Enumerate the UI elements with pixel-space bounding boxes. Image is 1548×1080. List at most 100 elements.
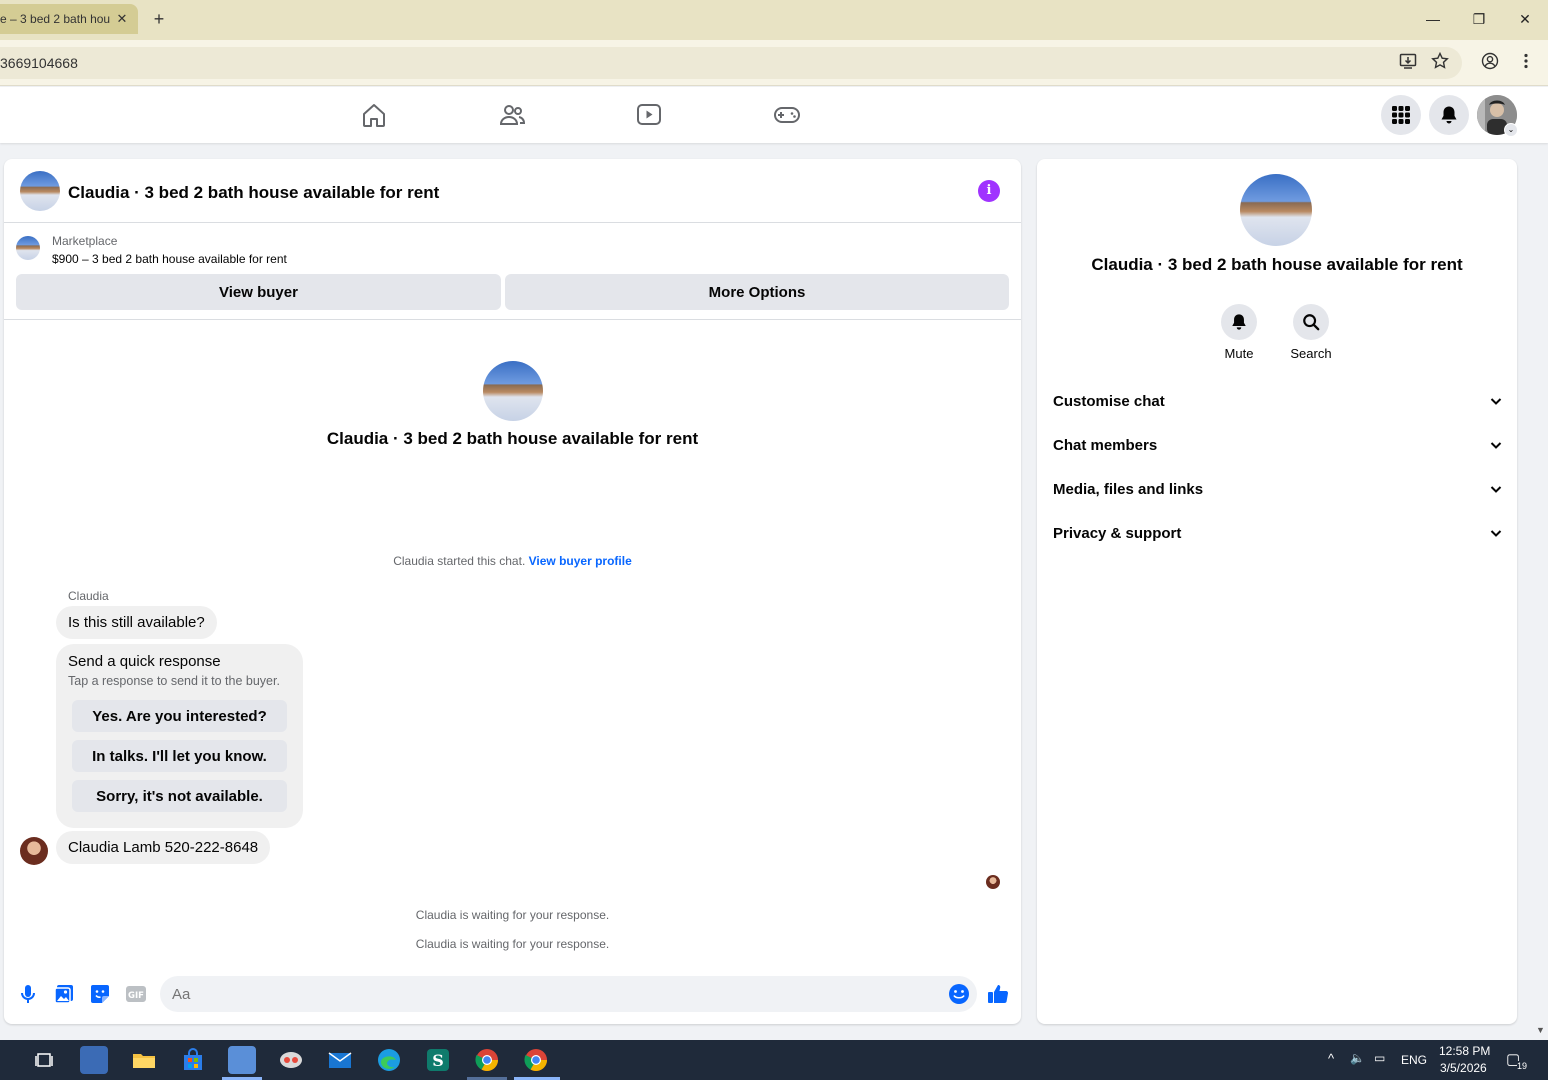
browser-tabstrip: e – 3 bed 2 bath hou ✕ + — ❐ ✕ — [0, 0, 1548, 40]
friends-icon[interactable] — [498, 101, 526, 129]
sway-icon[interactable]: S — [424, 1046, 452, 1074]
chrome-icon[interactable] — [473, 1046, 501, 1074]
minimize-button[interactable]: — — [1422, 8, 1444, 30]
bookmark-star-icon[interactable] — [1429, 51, 1451, 74]
search-icon — [1303, 314, 1320, 331]
notification-count: 19 — [1517, 1061, 1528, 1071]
notifications-button[interactable] — [1429, 95, 1469, 135]
quick-response-not-available-button[interactable]: Sorry, it's not available. — [72, 780, 287, 812]
mute-label: Mute — [1224, 346, 1254, 361]
thumbs-up-icon[interactable] — [986, 982, 1010, 1006]
file-explorer-icon[interactable] — [130, 1046, 158, 1074]
chevron-down-icon — [1490, 530, 1502, 537]
windows-taskbar: S ^ 🔈 ▭ ENG 12:58 PM 3/5/2026 ▢ 19 — [0, 1040, 1548, 1080]
section-label: Customise chat — [1053, 392, 1165, 410]
listing-thumbnail[interactable] — [16, 236, 40, 260]
tray-chevron-icon[interactable]: ^ — [1328, 1051, 1334, 1066]
mute-action[interactable]: Mute — [1203, 304, 1275, 361]
chat-panel: Claudia · 3 bed 2 bath house available f… — [4, 159, 1021, 1024]
more-options-button[interactable]: More Options — [505, 274, 1009, 310]
quick-response-in-talks-button[interactable]: In talks. I'll let you know. — [72, 740, 287, 772]
url-text: 3669104668 — [0, 55, 78, 71]
snipping-tool-icon[interactable] — [277, 1046, 305, 1074]
menu-grid-button[interactable] — [1381, 95, 1421, 135]
app-icon[interactable] — [228, 1046, 256, 1074]
photo-attach-icon[interactable] — [52, 982, 76, 1006]
privacy-support-section[interactable]: Privacy & support — [1053, 513, 1503, 553]
chat-header: Claudia · 3 bed 2 bath house available f… — [4, 159, 1021, 223]
chat-title[interactable]: Claudia · 3 bed 2 bath house available f… — [68, 183, 439, 203]
clock-time[interactable]: 12:58 PM — [1439, 1044, 1490, 1058]
browser-menu-icon[interactable] — [1515, 52, 1537, 74]
tab-close-icon[interactable]: ✕ — [112, 11, 132, 27]
install-app-icon[interactable] — [1397, 52, 1419, 74]
sender-name: Claudia — [68, 589, 109, 603]
clock-date[interactable]: 3/5/2026 — [1440, 1061, 1487, 1075]
tab-title: e – 3 bed 2 bath hou — [0, 12, 111, 26]
chevron-down-icon — [1490, 486, 1502, 493]
quick-response-subtitle: Tap a response to send it to the buyer. — [68, 674, 280, 688]
home-icon[interactable] — [360, 101, 388, 129]
gaming-icon[interactable] — [773, 101, 801, 129]
sticker-icon[interactable] — [88, 982, 112, 1006]
bell-icon — [1441, 106, 1457, 124]
video-icon[interactable] — [635, 101, 663, 129]
control-panel-icon[interactable] — [80, 1046, 108, 1074]
chat-details-panel: Claudia · 3 bed 2 bath house available f… — [1037, 159, 1517, 1024]
gif-icon[interactable]: GIF — [124, 982, 148, 1006]
seen-indicator-avatar — [986, 875, 1000, 889]
section-label: Chat members — [1053, 436, 1158, 454]
restore-button[interactable]: ❐ — [1468, 8, 1490, 30]
sender-avatar[interactable] — [20, 837, 48, 865]
grid-icon — [1392, 106, 1410, 124]
emoji-icon[interactable] — [948, 983, 970, 1005]
chrome-profile-icon[interactable] — [522, 1046, 550, 1074]
listing-title[interactable]: $900 – 3 bed 2 bath house available for … — [52, 252, 287, 266]
quick-response-yes-button[interactable]: Yes. Are you interested? — [72, 700, 287, 732]
message-input[interactable] — [160, 976, 977, 1012]
chevron-down-icon — [1490, 398, 1502, 405]
network-icon[interactable]: ▭ — [1374, 1051, 1385, 1065]
marketplace-listing: Marketplace $900 – 3 bed 2 bath house av… — [4, 224, 1021, 320]
chat-avatar[interactable] — [20, 171, 60, 211]
view-buyer-button[interactable]: View buyer — [16, 274, 501, 310]
language-indicator[interactable]: ENG — [1401, 1053, 1427, 1067]
account-chevron-icon[interactable]: ⌄ — [1504, 123, 1518, 137]
customise-chat-section[interactable]: Customise chat — [1053, 381, 1503, 421]
details-avatar — [1240, 174, 1312, 246]
conversation-title: Claudia · 3 bed 2 bath house available f… — [326, 429, 699, 448]
mail-icon[interactable] — [326, 1046, 354, 1074]
waiting-notice: Claudia is waiting for your response. — [415, 937, 610, 951]
search-action[interactable]: Search — [1275, 304, 1347, 361]
volume-icon[interactable]: 🔈 — [1350, 1051, 1365, 1065]
chat-members-section[interactable]: Chat members — [1053, 425, 1503, 465]
chevron-down-icon — [1490, 442, 1502, 449]
message-bubble: Claudia Lamb 520-222-8648 — [56, 831, 271, 864]
started-text: Claudia started this chat. — [393, 554, 526, 568]
edge-browser-icon[interactable] — [375, 1046, 403, 1074]
microphone-icon[interactable] — [16, 982, 40, 1006]
info-icon[interactable]: i — [978, 180, 1000, 202]
chat-started-notice: Claudia started this chat. View buyer pr… — [4, 554, 1021, 568]
svg-text:GIF: GIF — [128, 991, 144, 1001]
address-bar[interactable]: 3669104668 — [0, 47, 1462, 79]
browser-toolbar: 3669104668 — [0, 40, 1548, 86]
svg-text:S: S — [432, 1051, 444, 1070]
profile-icon[interactable] — [1479, 52, 1501, 74]
bell-icon — [1232, 314, 1246, 330]
media-files-links-section[interactable]: Media, files and links — [1053, 469, 1503, 509]
section-label: Privacy & support — [1053, 524, 1182, 542]
close-window-button[interactable]: ✕ — [1514, 8, 1536, 30]
search-label: Search — [1290, 346, 1332, 361]
section-label: Media, files and links — [1053, 480, 1204, 498]
scroll-down-arrow-icon[interactable]: ▼ — [1536, 1025, 1545, 1035]
view-buyer-profile-link[interactable]: View buyer profile — [529, 554, 632, 568]
marketplace-label: Marketplace — [52, 234, 118, 248]
message-bubble: Is this still available? — [56, 606, 217, 639]
browser-tab[interactable]: e – 3 bed 2 bath hou ✕ — [0, 4, 138, 34]
task-view-icon[interactable] — [30, 1046, 58, 1074]
new-tab-button[interactable]: + — [148, 8, 170, 30]
waiting-notice: Claudia is waiting for your response. — [415, 908, 610, 922]
conversation-avatar — [483, 361, 543, 421]
store-icon[interactable] — [179, 1046, 207, 1074]
